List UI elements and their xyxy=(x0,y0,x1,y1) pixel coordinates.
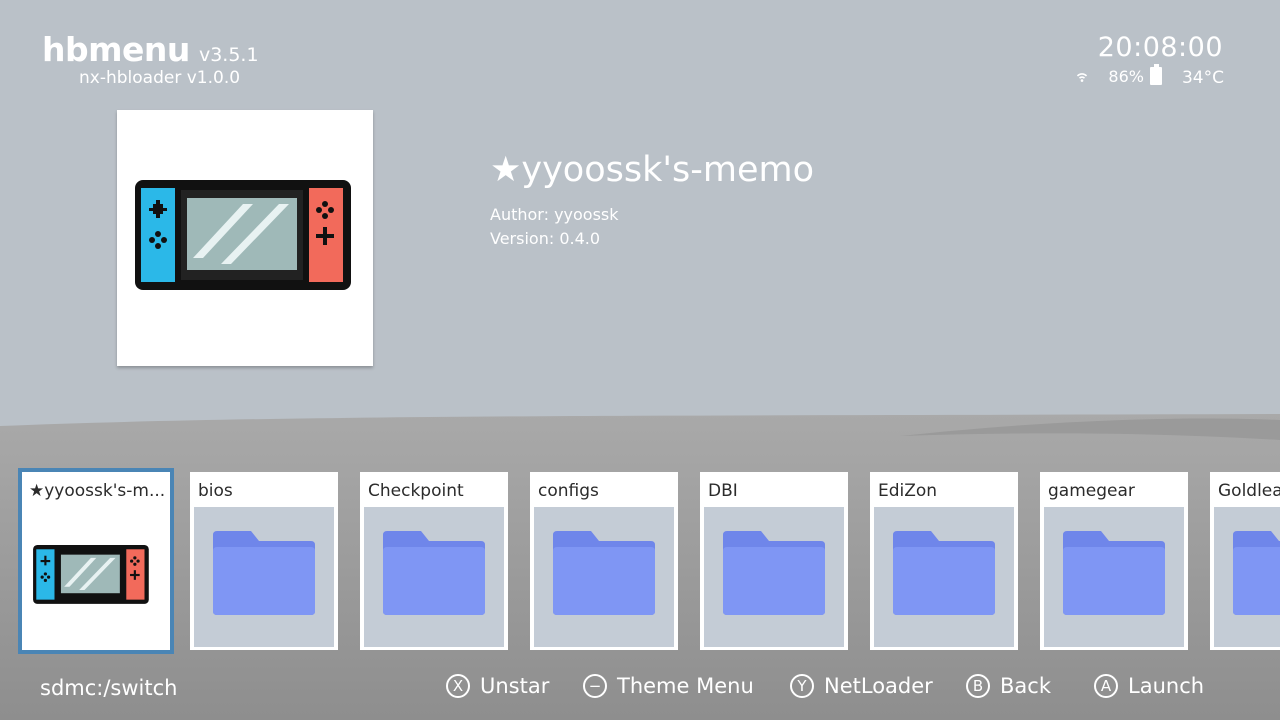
tile-thumbnail xyxy=(1214,507,1280,647)
tile-thumbnail xyxy=(534,507,674,647)
handheld-console-icon xyxy=(33,545,149,604)
button-hints: X Unstar − Theme Menu Y NetLoader B Back… xyxy=(0,668,1280,708)
minus-button-icon: − xyxy=(583,674,607,698)
tile-folder-checkpoint[interactable]: Checkpoint xyxy=(360,472,508,650)
hint-netloader[interactable]: Y NetLoader xyxy=(790,674,933,698)
folder-icon xyxy=(553,531,655,615)
hint-unstar[interactable]: X Unstar xyxy=(446,674,549,698)
tile-folder-gamegear[interactable]: gamegear xyxy=(1040,472,1188,650)
tile-thumbnail xyxy=(874,507,1014,647)
tile-folder-edizon[interactable]: EdiZon xyxy=(870,472,1018,650)
hint-label: Launch xyxy=(1128,674,1205,698)
tile-thumbnail xyxy=(194,507,334,647)
folder-icon xyxy=(723,531,825,615)
folder-icon xyxy=(213,531,315,615)
folder-icon xyxy=(383,531,485,615)
tile-label: gamegear xyxy=(1048,481,1135,501)
tile-yyoossk-memo[interactable]: ★yyoossk's-m... xyxy=(22,472,170,650)
hint-label: NetLoader xyxy=(824,674,933,698)
tile-label: ★yyoossk's-m... xyxy=(29,481,165,501)
tile-label: bios xyxy=(198,481,233,501)
hint-back[interactable]: B Back xyxy=(966,674,1051,698)
hint-launch[interactable]: A Launch xyxy=(1094,674,1204,698)
hint-label: Unstar xyxy=(480,674,550,698)
folder-icon xyxy=(1063,531,1165,615)
tile-folder-configs[interactable]: configs xyxy=(530,472,678,650)
tile-thumbnail xyxy=(26,507,166,647)
folder-icon xyxy=(893,531,995,615)
folder-icon xyxy=(1233,531,1280,615)
tile-thumbnail xyxy=(1044,507,1184,647)
b-button-icon: B xyxy=(966,674,990,698)
hint-label: Theme Menu xyxy=(617,674,754,698)
app-grid: ★yyoossk's-m... bios Checkpoint configs … xyxy=(0,0,1280,720)
tile-label: Checkpoint xyxy=(368,481,464,501)
tile-thumbnail xyxy=(364,507,504,647)
hint-label: Back xyxy=(1000,674,1051,698)
tile-label: Goldlea xyxy=(1218,481,1280,501)
y-button-icon: Y xyxy=(790,674,814,698)
tile-label: configs xyxy=(538,481,599,501)
tile-folder-goldleaf[interactable]: Goldlea xyxy=(1210,472,1280,650)
a-button-icon: A xyxy=(1094,674,1118,698)
x-button-icon: X xyxy=(446,674,470,698)
tile-label: EdiZon xyxy=(878,481,938,501)
tile-label: DBI xyxy=(708,481,738,501)
tile-folder-dbi[interactable]: DBI xyxy=(700,472,848,650)
tile-thumbnail xyxy=(704,507,844,647)
tile-folder-bios[interactable]: bios xyxy=(190,472,338,650)
hint-theme-menu[interactable]: − Theme Menu xyxy=(583,674,754,698)
